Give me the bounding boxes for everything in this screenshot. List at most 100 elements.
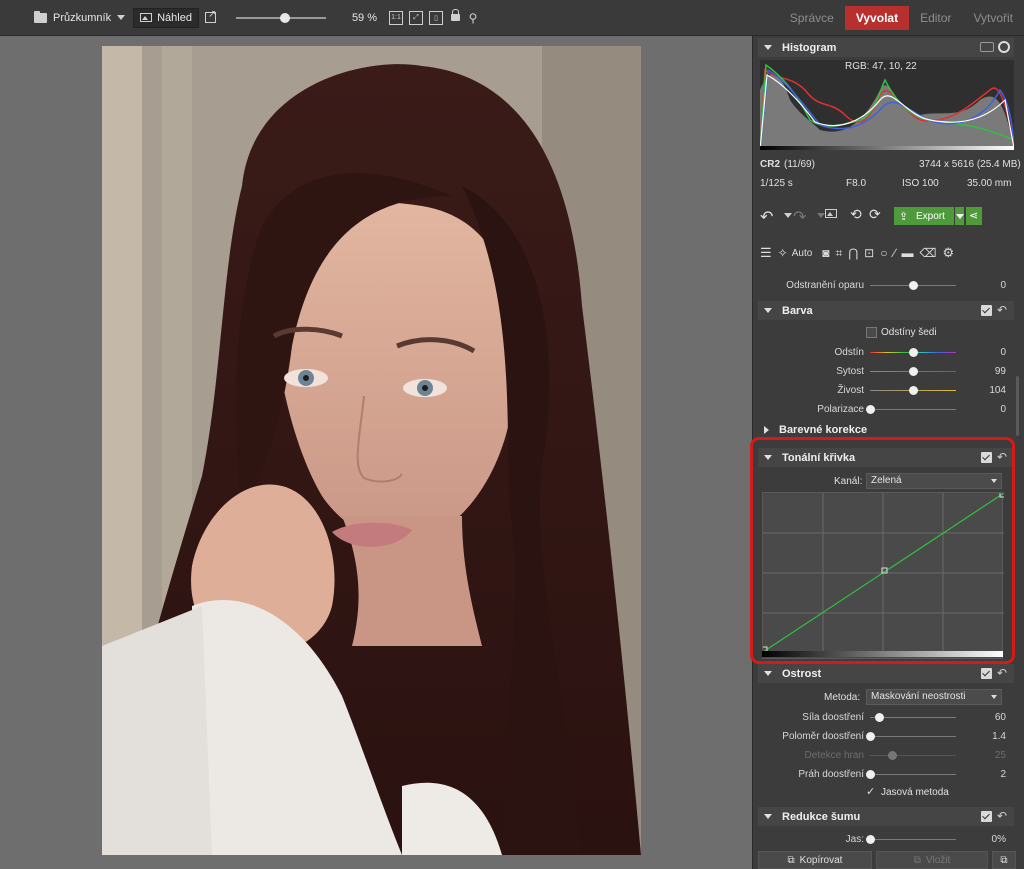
undo-icon[interactable]: ↶ — [997, 809, 1007, 823]
sharpen-radius-knob[interactable] — [866, 732, 875, 741]
gradient-icon[interactable]: ▬ — [901, 246, 913, 260]
before-after-icon[interactable] — [825, 209, 837, 218]
fit-screen-icon[interactable]: ⤢ — [409, 10, 424, 25]
rotate-right-icon[interactable]: ⟳ — [869, 206, 881, 223]
sharpen-strength-label: Síla doostření — [802, 712, 864, 723]
settings-icon[interactable] — [998, 41, 1010, 53]
camera-icon[interactable] — [980, 42, 994, 52]
image-canvas[interactable] — [0, 36, 752, 869]
external-window-icon[interactable] — [204, 9, 216, 23]
share-button[interactable]: ⋖ — [966, 207, 982, 225]
vibrance-knob[interactable] — [909, 386, 918, 395]
histogram-header[interactable]: Histogram — [758, 38, 1014, 57]
undo-dropdown-icon[interactable] — [784, 213, 792, 218]
collapse-icon[interactable] — [764, 308, 772, 313]
folder-icon[interactable] — [34, 10, 47, 23]
noise-luminance-knob[interactable] — [866, 835, 875, 844]
export-dropdown-button[interactable] — [955, 207, 964, 225]
collapse-icon[interactable] — [764, 814, 772, 819]
zoom-slider[interactable] — [235, 12, 326, 23]
barva-header[interactable]: Barva ↶ — [758, 301, 1014, 320]
paste-button[interactable]: ⧉ Vložit — [876, 851, 988, 869]
grayscale-label: Odstíny šedi — [881, 327, 937, 338]
person-search-icon[interactable]: ⚲ — [466, 11, 480, 25]
redo-dropdown-icon[interactable] — [817, 213, 825, 218]
collapse-icon[interactable] — [764, 671, 772, 676]
tonal-curve-header[interactable]: Tonální křivka ↶ — [758, 448, 1014, 467]
perspective-icon[interactable]: ⋂ — [848, 246, 858, 260]
tonal-curve-editor[interactable] — [761, 491, 1006, 659]
saturation-knob[interactable] — [909, 367, 918, 376]
zoom-one-to-one-button[interactable]: 1:1 — [389, 10, 404, 25]
duplicate-icon: ⧉ — [1000, 854, 1008, 866]
copy-button[interactable]: ⧉ Kopírovat — [758, 851, 872, 869]
method-select[interactable]: Maskování neostrosti — [866, 689, 1002, 705]
brush-icon[interactable]: ∕ — [893, 246, 895, 260]
sharpening-enable-checkbox[interactable] — [981, 668, 992, 679]
sharpen-strength-value: 60 — [994, 712, 1006, 723]
rgb-readout: RGB: 47, 10, 22 — [845, 61, 917, 72]
sharpen-radius-slider[interactable] — [870, 736, 956, 737]
copy-settings-button[interactable]: ⧉ — [992, 851, 1016, 869]
eraser-icon[interactable]: ⌫ — [919, 246, 936, 260]
compare-icon[interactable]: ▯ — [429, 10, 444, 25]
sharpen-threshold-slider[interactable] — [870, 774, 956, 775]
heal-icon[interactable]: ⊡ — [864, 246, 874, 260]
barva-title: Barva — [782, 304, 813, 317]
haze-removal-knob[interactable] — [909, 281, 918, 290]
tab-vyvolat[interactable]: Vyvolat — [844, 6, 910, 30]
undo-icon[interactable]: ↶ — [997, 303, 1007, 317]
shutter-speed: 1/125 s — [760, 178, 793, 189]
rotate-left-icon[interactable]: ⟲ — [850, 206, 862, 223]
camera-tool-icon[interactable]: ◙ — [822, 246, 829, 260]
zoom-slider-knob[interactable] — [280, 12, 291, 23]
auto-button[interactable]: Auto — [792, 248, 813, 259]
undo-icon[interactable]: ↶ — [997, 450, 1007, 464]
tab-vytvorit[interactable]: Vytvořit — [962, 6, 1024, 30]
hue-knob[interactable] — [909, 348, 918, 357]
chevron-down-icon[interactable] — [117, 15, 126, 20]
paste-icon: ⧉ — [913, 854, 921, 866]
lock-icon[interactable] — [451, 9, 461, 21]
curve-gradient-bar — [762, 651, 1003, 657]
adjustments-icon[interactable]: ☰ — [760, 245, 772, 261]
expand-icon[interactable] — [764, 425, 769, 434]
crop-icon[interactable]: ⌗ — [836, 246, 843, 261]
aperture: F8.0 — [846, 178, 867, 189]
noise-reduction-enable-checkbox[interactable] — [981, 811, 992, 822]
magic-wand-icon[interactable]: ✧ — [778, 246, 788, 260]
noise-luminance-row: Jas: 0% — [758, 830, 1014, 849]
color-corrections-header[interactable]: Barevné korekce — [758, 423, 1014, 436]
tab-spravce[interactable]: Správce — [779, 6, 845, 30]
noise-reduction-header[interactable]: Redukce šumu ↶ — [758, 807, 1014, 826]
histogram-graph — [759, 60, 1015, 151]
panel-scrollbar[interactable] — [1016, 376, 1019, 436]
sharpening-header[interactable]: Ostrost ↶ — [758, 664, 1014, 683]
channel-select[interactable]: Zelená — [866, 473, 1002, 489]
sharpen-strength-knob[interactable] — [874, 713, 884, 722]
barva-enable-checkbox[interactable] — [981, 305, 992, 316]
collapse-icon[interactable] — [764, 455, 772, 460]
polarization-knob[interactable] — [866, 405, 875, 414]
luminance-checkbox[interactable]: ✓ — [866, 785, 875, 798]
ellipse-icon[interactable]: ○ — [880, 246, 887, 260]
tab-editor[interactable]: Editor — [909, 6, 962, 30]
undo-icon[interactable]: ↶ — [760, 207, 773, 227]
undo-icon[interactable]: ↶ — [997, 666, 1007, 680]
curve-graph[interactable] — [761, 491, 1006, 653]
redo-icon[interactable]: ↷ — [793, 207, 806, 227]
noise-luminance-slider[interactable] — [870, 839, 956, 840]
grayscale-checkbox[interactable] — [866, 327, 877, 338]
hue-value: 0 — [1000, 347, 1006, 358]
gear-icon[interactable]: ⚙ — [942, 245, 954, 261]
preview-button[interactable]: Náhled — [133, 7, 199, 28]
export-button[interactable]: ⇪ Export — [894, 207, 954, 225]
sharpen-threshold-knob[interactable] — [866, 770, 875, 779]
noise-luminance-label: Jas: — [845, 834, 864, 845]
polarization-value: 0 — [1000, 404, 1006, 415]
polarization-slider[interactable] — [870, 409, 956, 410]
color-corrections-title: Barevné korekce — [779, 423, 868, 436]
browser-label[interactable]: Průzkumník — [53, 12, 111, 24]
tonal-curve-enable-checkbox[interactable] — [981, 452, 992, 463]
collapse-icon[interactable] — [764, 45, 772, 50]
